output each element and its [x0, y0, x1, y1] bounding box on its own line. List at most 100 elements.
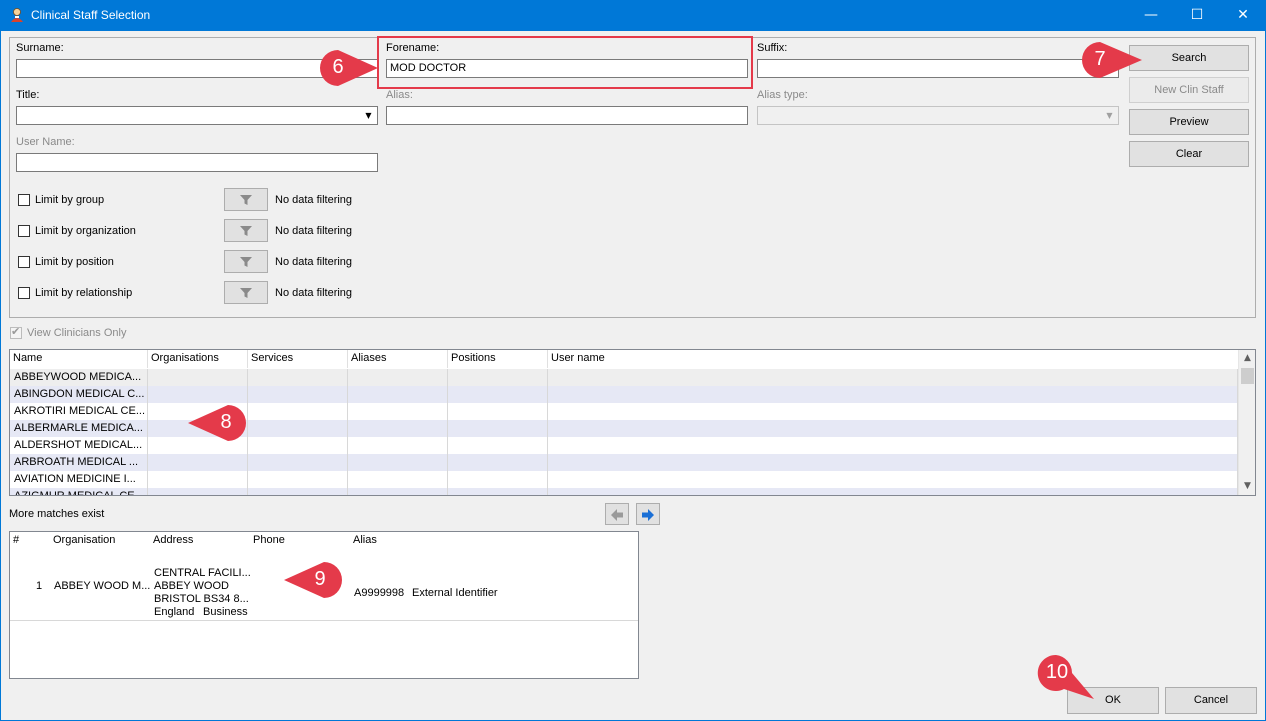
annotation-number: 8 [220, 411, 232, 433]
filter-icon [240, 226, 252, 236]
title-bar: Clinical Staff Selection — ☐ ✕ [0, 0, 1266, 31]
preview-button[interactable]: Preview [1129, 109, 1249, 135]
table-cell [148, 488, 248, 495]
cancel-button[interactable]: Cancel [1165, 687, 1257, 714]
table-cell [148, 369, 248, 386]
alias-input[interactable] [386, 106, 748, 125]
limit-by-relationship-label: Limit by relationship [35, 287, 133, 299]
table-cell [548, 454, 1238, 471]
table-cell [548, 488, 1238, 495]
annotation-badge-6: 6 [318, 48, 380, 88]
table-row[interactable]: ABBEYWOOD MEDICA... [10, 369, 1238, 386]
table-cell [348, 369, 448, 386]
new-clin-staff-button[interactable]: New Clin Staff [1129, 77, 1249, 103]
group-filter-status: No data filtering [275, 194, 353, 206]
table-cell [248, 403, 348, 420]
staff-name-cell: ABINGDON MEDICAL C... [10, 386, 148, 403]
staff-name-cell: ALBERMARLE MEDICA... [10, 420, 148, 437]
table-cell [248, 420, 348, 437]
annotation-number: 10 [1045, 661, 1069, 683]
organization-filter-status: No data filtering [275, 225, 353, 237]
column-header: Alias [353, 534, 377, 546]
address-line: ABBEY WOOD [154, 580, 229, 592]
scroll-thumb[interactable] [1241, 368, 1254, 384]
relationship-filter-button[interactable] [224, 281, 268, 304]
username-input[interactable] [16, 153, 378, 172]
limit-by-organization-label: Limit by organization [35, 225, 136, 237]
organisation-detail-grid[interactable]: # Organisation Address Phone Alias 1 ABB… [9, 531, 639, 679]
position-filter-status: No data filtering [275, 256, 353, 268]
table-row[interactable]: ABINGDON MEDICAL C... [10, 386, 1238, 403]
filter-icon [240, 257, 252, 267]
table-row[interactable]: AZIGMUR MEDICAL CE... [10, 488, 1238, 495]
address-country: England [154, 606, 195, 618]
annotation-number: 6 [332, 56, 344, 78]
table-cell [548, 471, 1238, 488]
maximize-button[interactable]: ☐ [1174, 0, 1220, 31]
table-cell [348, 437, 448, 454]
organization-filter-button[interactable] [224, 219, 268, 242]
row-number: 1 [36, 580, 43, 592]
annotation-badge-9: 9 [282, 560, 344, 600]
view-clinicians-only-checkbox[interactable]: ✔ [10, 325, 22, 339]
table-cell [448, 471, 548, 488]
window-title: Clinical Staff Selection [31, 8, 151, 22]
column-header: Address [153, 534, 194, 546]
staff-name-cell: AVIATION MEDICINE I... [10, 471, 148, 488]
scroll-down-icon[interactable]: ▼ [1239, 478, 1255, 495]
chevron-down-icon: ▼ [1106, 111, 1113, 120]
alias-type-label: Alias type: [757, 89, 808, 101]
previous-page-button[interactable] [605, 503, 629, 525]
table-cell [248, 488, 348, 495]
staff-name-cell: AKROTIRI MEDICAL CE... [10, 403, 148, 420]
suffix-input[interactable] [757, 59, 1119, 78]
alias-value: A9999998 [354, 587, 405, 599]
title-dropdown[interactable]: ▼ [16, 106, 378, 125]
table-cell [148, 454, 248, 471]
position-filter-button[interactable] [224, 250, 268, 273]
column-header[interactable]: Aliases [348, 350, 448, 368]
column-header: # [13, 534, 20, 546]
table-cell [448, 420, 548, 437]
limit-by-group-label: Limit by group [35, 194, 105, 206]
limit-by-organization-checkbox[interactable] [18, 225, 30, 237]
column-header[interactable]: User name [548, 350, 1238, 368]
view-clinicians-only-label: View Clinicians Only [27, 327, 127, 339]
column-header[interactable]: Services [248, 350, 348, 368]
scroll-up-icon[interactable]: ▲ [1239, 350, 1255, 367]
limit-by-position-checkbox[interactable] [18, 256, 30, 268]
table-cell [548, 403, 1238, 420]
staff-name-cell: ALDERSHOT MEDICAL... [10, 437, 148, 454]
vertical-scrollbar[interactable]: ▲ ▼ [1238, 350, 1255, 495]
forename-highlight-box [377, 36, 753, 89]
alias-type: External Identifier [412, 587, 498, 599]
annotation-badge-7: 7 [1080, 40, 1144, 80]
table-cell [348, 488, 448, 495]
minimize-button[interactable]: — [1128, 0, 1174, 31]
alias-type-dropdown[interactable]: ▼ [757, 106, 1119, 125]
address-line: BRISTOL BS34 8... [154, 593, 249, 605]
table-row[interactable]: ARBROATH MEDICAL ... [10, 454, 1238, 471]
staff-name-cell: ARBROATH MEDICAL ... [10, 454, 148, 471]
table-cell [448, 386, 548, 403]
column-header[interactable]: Positions [448, 350, 548, 368]
chevron-down-icon: ▼ [365, 111, 372, 120]
next-page-button[interactable] [636, 503, 660, 525]
close-button[interactable]: ✕ [1220, 0, 1266, 31]
group-filter-button[interactable] [224, 188, 268, 211]
table-cell [548, 369, 1238, 386]
table-cell [248, 454, 348, 471]
title-label: Title: [16, 89, 40, 101]
table-row[interactable]: AVIATION MEDICINE I... [10, 471, 1238, 488]
table-cell [548, 437, 1238, 454]
table-cell [248, 386, 348, 403]
limit-by-relationship-checkbox[interactable] [18, 287, 30, 299]
search-button[interactable]: Search [1129, 45, 1249, 71]
column-header[interactable]: Organisations [148, 350, 248, 368]
staff-name-cell: ABBEYWOOD MEDICA... [10, 369, 148, 386]
limit-by-group-checkbox[interactable] [18, 194, 30, 206]
checkmark-icon: ✔ [11, 325, 21, 338]
filter-icon [240, 288, 252, 298]
column-header[interactable]: Name [10, 350, 148, 368]
clear-button[interactable]: Clear [1129, 141, 1249, 167]
